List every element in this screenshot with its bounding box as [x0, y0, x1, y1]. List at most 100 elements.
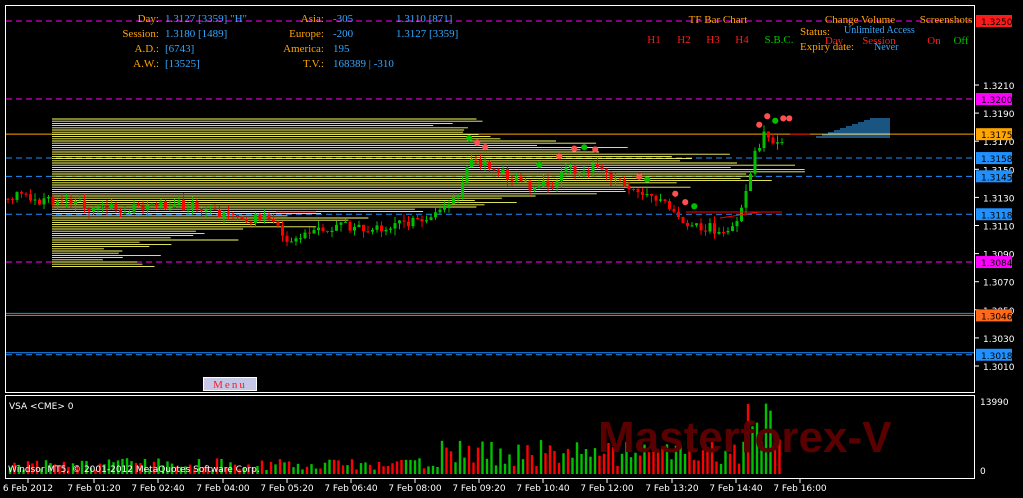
volume-bar	[562, 453, 565, 474]
candle-body	[726, 231, 730, 233]
candle-body	[6, 198, 10, 200]
candle-body	[645, 194, 649, 195]
price-tag-label: 1.3084	[981, 259, 1013, 269]
candle-body	[699, 223, 703, 231]
volume-bar	[337, 460, 340, 474]
menu-button-label[interactable]: Menu	[213, 379, 247, 391]
volume-bar	[269, 462, 273, 474]
candle-body	[335, 224, 338, 231]
candle-body	[560, 172, 563, 182]
screenshots-off-button[interactable]: Off	[953, 35, 968, 47]
tf-h1-button[interactable]: H1	[647, 34, 660, 46]
price-tag-label: 1.3158	[981, 155, 1013, 165]
candle-body	[204, 210, 208, 211]
candle-body	[681, 217, 685, 223]
candle-body	[452, 196, 455, 204]
candle-body	[650, 194, 653, 196]
candle-body	[704, 230, 707, 232]
candle-body	[227, 211, 230, 214]
candle-body	[686, 222, 689, 227]
candle-body	[672, 208, 676, 212]
candle-body	[353, 227, 356, 231]
candle-body	[290, 241, 293, 243]
trading-chart[interactable]: ●●●●●● ● ●●●●●●●●●●● 1.32101.31901.31701.3…	[0, 0, 1023, 498]
candle-body	[776, 142, 779, 144]
candle-body	[744, 191, 748, 208]
candle-body	[128, 212, 131, 214]
candle-body	[51, 197, 55, 205]
candle-body	[618, 178, 622, 180]
candle-body	[659, 199, 662, 201]
candle-body	[461, 182, 464, 196]
volume-bar	[391, 463, 394, 474]
volume-bar	[260, 460, 264, 474]
price-tick-label: 1.3190	[983, 110, 1015, 120]
tf-h4-button[interactable]: H4	[735, 34, 749, 46]
volume-bar	[292, 467, 295, 474]
america-value: 195	[333, 43, 350, 55]
candle-body	[596, 163, 599, 167]
candle-body	[411, 218, 415, 227]
volume-bar	[332, 459, 336, 474]
expiry-label: Expiry date:	[800, 41, 854, 53]
candle-body	[168, 207, 172, 209]
europe-extra: 1.3127 [3359]	[396, 28, 458, 40]
candle-body	[191, 202, 194, 209]
screenshots-button[interactable]: Screenshots	[920, 14, 973, 26]
volume-bar	[472, 462, 475, 474]
time-tick-label: 7 Feb 05:20	[260, 484, 314, 494]
candle-body	[200, 209, 203, 211]
candle-body	[38, 199, 41, 205]
volume-bar	[400, 459, 403, 474]
candle-body	[195, 202, 199, 210]
screenshots-on-button[interactable]: On	[927, 35, 941, 47]
session-label: Session:	[122, 28, 159, 40]
volume-bar	[521, 459, 525, 474]
volume-bar	[305, 466, 309, 474]
volume-bar	[530, 455, 534, 474]
candle-body	[717, 232, 721, 234]
volume-bar	[692, 459, 696, 474]
volume-bar	[593, 448, 597, 474]
price-tag-label: 1.3175	[981, 131, 1013, 141]
tf-bar-chart-title: TF Bar Chart	[689, 14, 748, 26]
candle-body	[56, 201, 59, 205]
volume-bar	[481, 441, 484, 474]
candle-body	[24, 193, 28, 195]
volume-bar	[301, 469, 304, 474]
candle-body	[137, 204, 140, 207]
time-tick-label: 7 Feb 02:40	[131, 484, 185, 494]
candle-body	[47, 197, 50, 199]
volume-bar	[346, 465, 349, 474]
candle-body	[150, 204, 154, 206]
menu-button[interactable]: Menu	[203, 377, 257, 392]
candle-body	[339, 222, 343, 225]
candle-body	[582, 170, 586, 173]
price-tag-label: 1.3018	[981, 352, 1013, 362]
time-tick-label: 7 Feb 10:40	[516, 484, 570, 494]
candle-body	[474, 159, 478, 161]
volume-bar	[436, 467, 439, 474]
tf-sbc-button[interactable]: S.B.C.	[764, 34, 793, 46]
time-tick-label: 7 Feb 13:20	[645, 484, 699, 494]
candle-body	[735, 221, 739, 227]
candle-body	[434, 212, 437, 218]
volume-bar	[737, 463, 741, 474]
volume-bar	[589, 456, 592, 474]
candle-body	[119, 210, 122, 214]
candle-body	[600, 166, 604, 170]
tf-h3-button[interactable]: H3	[706, 34, 720, 46]
volume-axis-top: 13990	[980, 398, 1009, 408]
candle-body	[173, 204, 176, 208]
volume-bar	[526, 445, 529, 474]
europe-label: Europe:	[289, 28, 324, 40]
candle-body	[389, 228, 392, 230]
candle-body	[551, 186, 554, 188]
candle-body	[263, 214, 266, 220]
price-tick-label: 1.3030	[983, 335, 1015, 345]
candle-body	[564, 167, 568, 173]
tf-h2-button[interactable]: H2	[677, 34, 690, 46]
candle-body	[605, 169, 608, 174]
candle-body	[231, 213, 235, 216]
candle-body	[209, 209, 212, 211]
